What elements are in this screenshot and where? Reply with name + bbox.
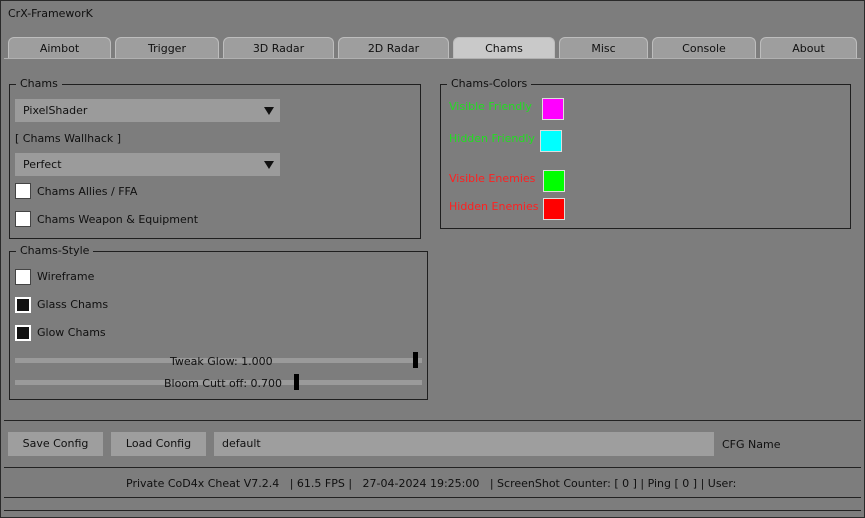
bloom-cutoff-slider-thumb[interactable] bbox=[294, 374, 299, 390]
cfg-name-input[interactable] bbox=[214, 432, 714, 456]
chams-wallhack-value: Perfect bbox=[23, 158, 62, 171]
divider bbox=[4, 420, 861, 421]
chams-style-group-title: Chams-Style bbox=[16, 244, 94, 257]
wireframe-label: Wireframe bbox=[37, 270, 95, 283]
chams-wallhack-select[interactable]: Perfect bbox=[15, 153, 280, 176]
glass-chams-label: Glass Chams bbox=[37, 298, 109, 311]
chams-mode-value: PixelShader bbox=[23, 104, 88, 117]
glow-chams-label: Glow Chams bbox=[37, 326, 106, 339]
chams-group: Chams PixelShader [ Chams Wallhack ] Per… bbox=[9, 77, 421, 239]
chams-style-group: Chams-Style Wireframe Glass Chams Glow C… bbox=[9, 244, 428, 400]
divider bbox=[4, 467, 861, 468]
tab-about[interactable]: About bbox=[760, 37, 857, 58]
tweak-glow-label: Tweak Glow: 1.000 bbox=[170, 355, 273, 368]
hidden-friendly-swatch[interactable] bbox=[540, 130, 562, 152]
bloom-cutoff-label: Bloom Cutt off: 0.700 bbox=[164, 377, 283, 390]
chevron-down-icon bbox=[264, 107, 274, 115]
divider bbox=[4, 510, 861, 511]
tab-misc[interactable]: Misc bbox=[559, 37, 648, 58]
chams-weapon-label: Chams Weapon & Equipment bbox=[37, 213, 199, 226]
tab-console[interactable]: Console bbox=[652, 37, 756, 58]
tab-2d-radar[interactable]: 2D Radar bbox=[338, 37, 449, 58]
cfg-name-label: CFG Name bbox=[722, 438, 781, 451]
chams-weapon-checkbox[interactable] bbox=[15, 211, 31, 227]
chams-group-title: Chams bbox=[16, 77, 62, 90]
hidden-friendly-label: Hidden Friendly bbox=[449, 132, 535, 145]
tab-aimbot[interactable]: Aimbot bbox=[8, 37, 111, 58]
tab-chams[interactable]: Chams bbox=[453, 37, 555, 58]
visible-friendly-label: Visible Friendly bbox=[449, 100, 532, 113]
tab-underline bbox=[4, 58, 861, 59]
chams-colors-group-title: Chams-Colors bbox=[447, 77, 532, 90]
hidden-enemies-label: Hidden Enemies bbox=[449, 200, 539, 213]
chevron-down-icon bbox=[264, 161, 274, 169]
visible-enemies-swatch[interactable] bbox=[543, 170, 565, 192]
chams-colors-group: Chams-Colors Visible Friendly Hidden Fri… bbox=[440, 77, 851, 229]
save-config-button[interactable]: Save Config bbox=[8, 432, 103, 456]
glow-chams-checkbox[interactable] bbox=[15, 325, 31, 341]
chams-mode-select[interactable]: PixelShader bbox=[15, 99, 280, 122]
tab-trigger[interactable]: Trigger bbox=[115, 37, 219, 58]
visible-friendly-swatch[interactable] bbox=[542, 98, 564, 120]
tab-3d-radar[interactable]: 3D Radar bbox=[223, 37, 334, 58]
chams-allies-checkbox[interactable] bbox=[15, 183, 31, 199]
tweak-glow-slider-thumb[interactable] bbox=[413, 352, 418, 368]
glass-chams-checkbox[interactable] bbox=[15, 297, 31, 313]
window-title: CrX-FrameworK bbox=[8, 7, 93, 20]
divider bbox=[4, 497, 861, 498]
hidden-enemies-swatch[interactable] bbox=[543, 198, 565, 220]
visible-enemies-label: Visible Enemies bbox=[449, 172, 536, 185]
chams-wallhack-label: [ Chams Wallhack ] bbox=[15, 132, 122, 145]
load-config-button[interactable]: Load Config bbox=[111, 432, 206, 456]
wireframe-checkbox[interactable] bbox=[15, 269, 31, 285]
status-bar-text: Private CoD4x Cheat V7.2.4 | 61.5 FPS | … bbox=[126, 477, 737, 490]
chams-allies-label: Chams Allies / FFA bbox=[37, 185, 138, 198]
